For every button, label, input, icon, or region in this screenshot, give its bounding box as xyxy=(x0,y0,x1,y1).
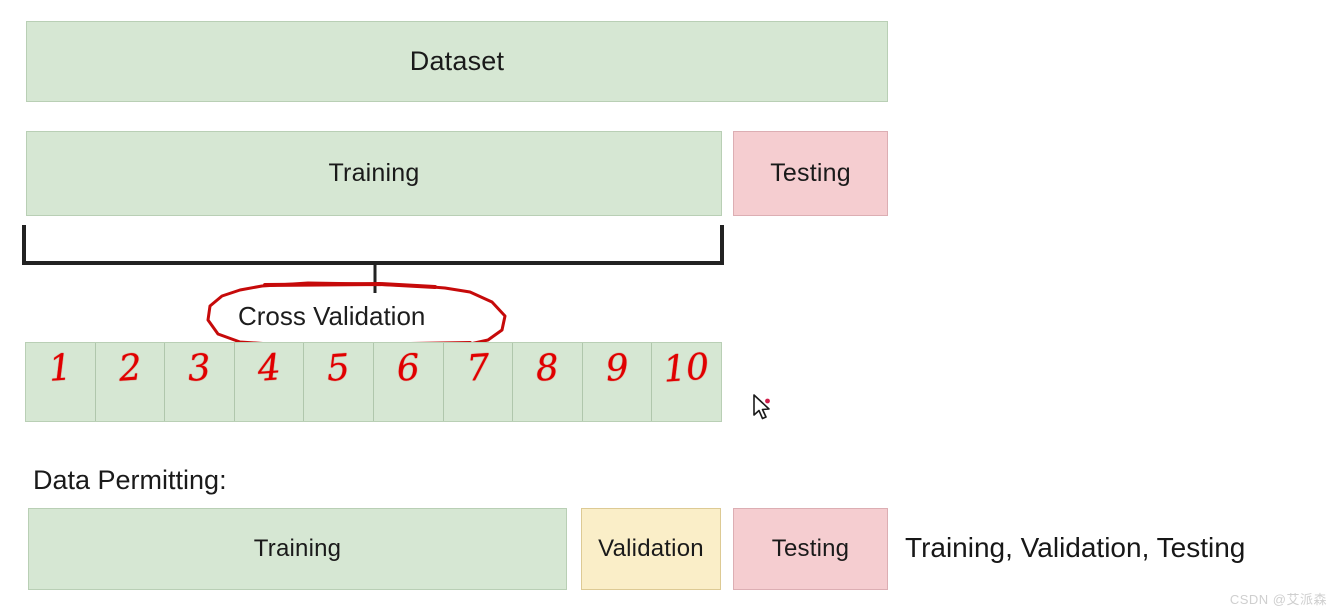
bracket-connector xyxy=(22,225,724,293)
slide-canvas: Dataset Training Testing Cross Validatio… xyxy=(0,0,1339,614)
testing-block: Testing xyxy=(733,131,888,216)
fold-cell: 5 xyxy=(304,343,374,421)
cv-fold-strip: 1 2 3 4 5 6 7 8 9 10 xyxy=(25,342,722,422)
fold-cell: 1 xyxy=(26,343,96,421)
cross-validation-label: Cross Validation xyxy=(238,301,426,331)
fold-cell: 2 xyxy=(96,343,166,421)
dataset-label: Dataset xyxy=(409,46,505,76)
fold-cell: 6 xyxy=(374,343,444,421)
fold-cell: 10 xyxy=(652,343,721,421)
fold-handwritten-number: 6 xyxy=(395,347,422,390)
fold-handwritten-number: 3 xyxy=(186,347,213,390)
dp-training-block: Training xyxy=(28,508,567,590)
fold-handwritten-number: 1 xyxy=(47,347,74,390)
fold-handwritten-number: 10 xyxy=(662,346,711,391)
dp-testing-label: Testing xyxy=(771,535,850,562)
fold-handwritten-number: 8 xyxy=(534,347,561,390)
mouse-cursor xyxy=(753,394,770,420)
dp-testing-block: Testing xyxy=(733,508,888,590)
fold-cell: 9 xyxy=(583,343,653,421)
testing-label: Testing xyxy=(770,159,851,187)
fold-handwritten-number: 7 xyxy=(464,347,491,390)
fold-cell: 3 xyxy=(165,343,235,421)
training-block: Training xyxy=(26,131,722,216)
fold-handwritten-number: 9 xyxy=(604,347,630,390)
training-label: Training xyxy=(328,159,420,187)
fold-cell: 4 xyxy=(235,343,305,421)
fold-cell: 7 xyxy=(444,343,514,421)
dp-validation-label: Validation xyxy=(598,535,704,562)
dataset-block: Dataset xyxy=(26,21,888,102)
data-permitting-heading: Data Permitting: xyxy=(33,465,227,495)
fold-handwritten-number: 5 xyxy=(325,347,352,390)
fold-handwritten-number: 2 xyxy=(117,347,143,390)
fold-handwritten-number: 4 xyxy=(256,347,282,390)
dp-validation-block: Validation xyxy=(581,508,721,590)
dp-training-label: Training xyxy=(253,535,342,562)
csdn-watermark: CSDN @艾派森 xyxy=(1229,592,1327,607)
dp-caption-text: Training, Validation, Testing xyxy=(905,532,1246,563)
fold-cell: 8 xyxy=(513,343,583,421)
